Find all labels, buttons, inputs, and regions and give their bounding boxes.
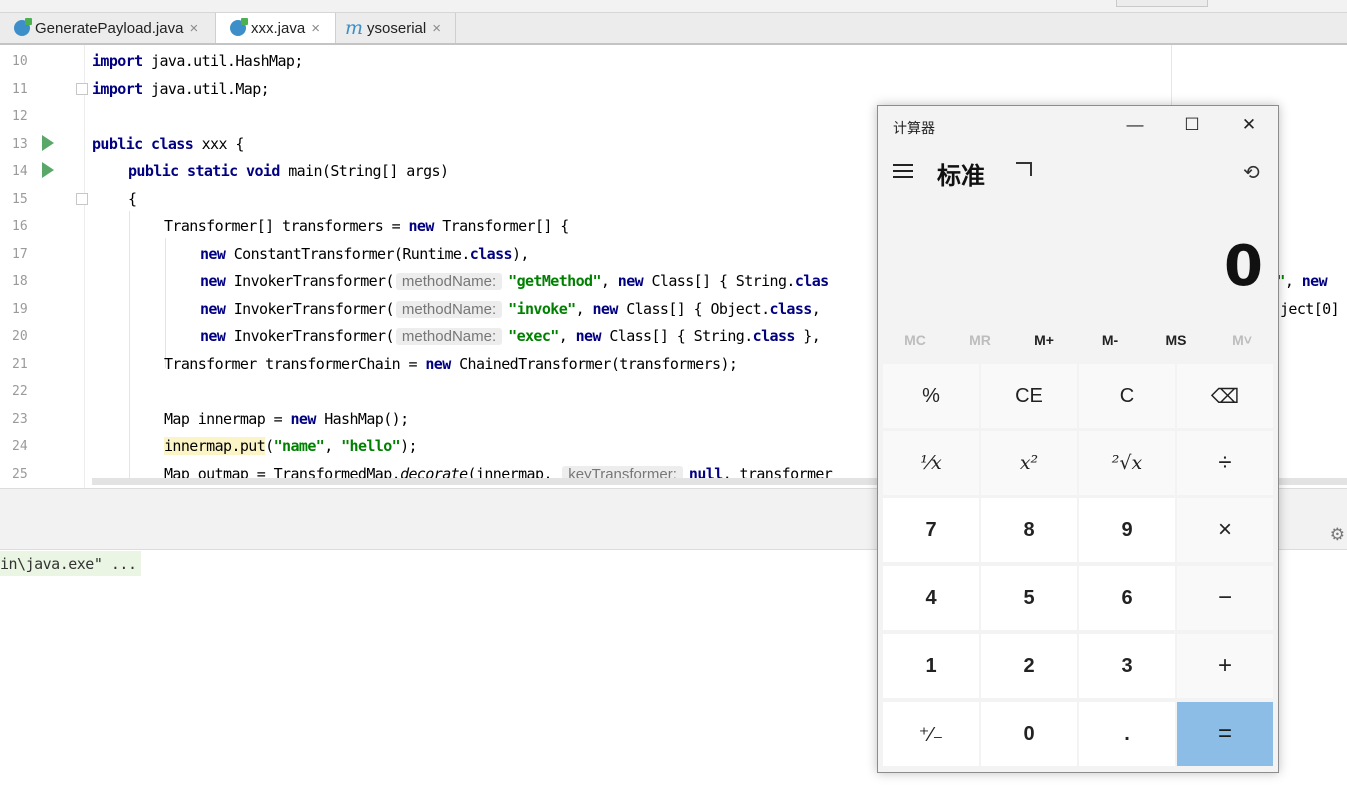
code-line-10: import java.util.HashMap; (92, 52, 303, 70)
clear-entry-button[interactable]: CE (981, 364, 1077, 428)
line-number: 25 (12, 467, 28, 482)
digit-7-button[interactable]: 7 (883, 498, 979, 562)
indent-guide (129, 211, 130, 481)
digit-5-button[interactable]: 5 (981, 566, 1077, 630)
code-line-16: Transformer[] transformers = new Transfo… (164, 217, 569, 235)
window-top-strip (0, 0, 1347, 13)
editor-tab-bar: GeneratePayload.java × xxx.java × m ysos… (0, 13, 1347, 45)
param-hint: methodName: (395, 273, 503, 290)
code-line-13: public class xxx { (92, 135, 244, 153)
digit-0-button[interactable]: 0 (981, 702, 1077, 766)
square-button[interactable]: x² (981, 431, 1077, 495)
tab-label: xxx.java (251, 19, 306, 37)
line-number: 19 (12, 302, 28, 317)
toolbar-dropdown[interactable] (1116, 0, 1208, 7)
gutter-divider (84, 45, 85, 488)
menu-icon[interactable] (893, 164, 913, 182)
line-number: 16 (12, 219, 28, 234)
console-line: in\java.exe" ... (0, 551, 141, 576)
add-button[interactable]: + (1177, 634, 1273, 698)
code-line-17: new ConstantTransformer(Runtime.class), (200, 245, 529, 263)
tab-label: ysoserial (367, 19, 427, 37)
gear-icon[interactable]: ⚙ (1330, 525, 1345, 545)
code-line-19: new InvokerTransformer(methodName: "invok… (200, 300, 829, 318)
history-icon[interactable]: ⟲ (1243, 160, 1260, 185)
run-icon[interactable] (42, 135, 54, 151)
run-icon[interactable] (42, 162, 54, 178)
tab-ysoserial[interactable]: m ysoserial × (336, 13, 456, 43)
close-button[interactable]: ✕ (1229, 115, 1269, 137)
digit-1-button[interactable]: 1 (883, 634, 979, 698)
memory-list-button[interactable]: M˅ (1209, 332, 1275, 348)
line-number: 14 (12, 164, 28, 179)
multiply-button[interactable]: × (1177, 498, 1273, 562)
memory-clear-button[interactable]: MC (882, 332, 948, 348)
mode-title: 标准 (937, 163, 985, 190)
close-icon[interactable]: × (189, 20, 198, 37)
highlighted-call: innermap.put (164, 437, 266, 455)
line-number: 23 (12, 412, 28, 427)
code-line-21: Transformer transformerChain = new Chain… (164, 355, 738, 373)
code-line-23: Map innermap = new HashMap(); (164, 410, 409, 428)
negate-button[interactable]: ⁺⁄₋ (883, 702, 979, 766)
code-fragment: ject[0] (1280, 300, 1340, 318)
close-icon[interactable]: × (311, 20, 320, 37)
calculator-window[interactable]: 计算器 — ☐ ✕ 标准 ⟲ 0 MC MR M+ M- MS M˅ % CE … (877, 105, 1279, 773)
line-number: 11 (12, 82, 28, 97)
digit-9-button[interactable]: 9 (1079, 498, 1175, 562)
line-number: 12 (12, 109, 28, 124)
divide-button[interactable]: ÷ (1177, 431, 1273, 495)
java-class-icon (230, 18, 248, 36)
java-class-icon (14, 18, 32, 36)
fold-icon[interactable] (76, 193, 88, 205)
indent-guide (165, 238, 166, 368)
tab-generatepayload[interactable]: GeneratePayload.java × (0, 13, 216, 43)
memory-recall-button[interactable]: MR (947, 332, 1013, 348)
memory-add-button[interactable]: M+ (1011, 332, 1077, 348)
line-number: 10 (12, 54, 28, 69)
code-line-11: import java.util.Map; (92, 80, 270, 98)
maven-icon: m (345, 17, 364, 39)
digit-3-button[interactable]: 3 (1079, 634, 1175, 698)
memory-store-button[interactable]: MS (1143, 332, 1209, 348)
digit-6-button[interactable]: 6 (1079, 566, 1175, 630)
minimize-button[interactable]: — (1115, 115, 1155, 137)
code-line-24: innermap.put("name", "hello"); (164, 437, 418, 455)
maximize-button[interactable]: ☐ (1172, 115, 1212, 137)
window-title: 计算器 (893, 120, 935, 136)
line-number: 15 (12, 192, 28, 207)
line-number: 17 (12, 247, 28, 262)
code-line-18: new InvokerTransformer(methodName: "getMe… (200, 272, 829, 290)
digit-8-button[interactable]: 8 (981, 498, 1077, 562)
line-number: 21 (12, 357, 28, 372)
calculator-display: 0 (1224, 234, 1263, 299)
param-hint: methodName: (395, 301, 503, 318)
keep-on-top-icon[interactable] (1016, 162, 1032, 176)
code-line-15: { (128, 190, 137, 208)
param-hint: methodName: (395, 328, 503, 345)
line-number: 13 (12, 137, 28, 152)
subtract-button[interactable]: − (1177, 566, 1273, 630)
code-line-20: new InvokerTransformer(methodName: "exec"… (200, 327, 829, 345)
tab-label: GeneratePayload.java (35, 19, 184, 37)
equals-button[interactable]: = (1177, 702, 1273, 766)
percent-button[interactable]: % (883, 364, 979, 428)
backspace-button[interactable]: ⌫ (1177, 364, 1273, 428)
line-number: 24 (12, 439, 28, 454)
reciprocal-button[interactable]: ¹⁄x (883, 431, 979, 495)
fold-icon[interactable] (76, 83, 88, 95)
square-root-button[interactable]: ²√x (1079, 431, 1175, 495)
tab-xxx-java[interactable]: xxx.java × (216, 13, 336, 43)
line-number: 22 (12, 384, 28, 399)
line-number: 18 (12, 274, 28, 289)
code-line-14: public static void main(String[] args) (128, 162, 449, 180)
digit-2-button[interactable]: 2 (981, 634, 1077, 698)
memory-subtract-button[interactable]: M- (1077, 332, 1143, 348)
decimal-button[interactable]: . (1079, 702, 1175, 766)
clear-button[interactable]: C (1079, 364, 1175, 428)
digit-4-button[interactable]: 4 (883, 566, 979, 630)
line-number: 20 (12, 329, 28, 344)
close-icon[interactable]: × (432, 20, 441, 37)
